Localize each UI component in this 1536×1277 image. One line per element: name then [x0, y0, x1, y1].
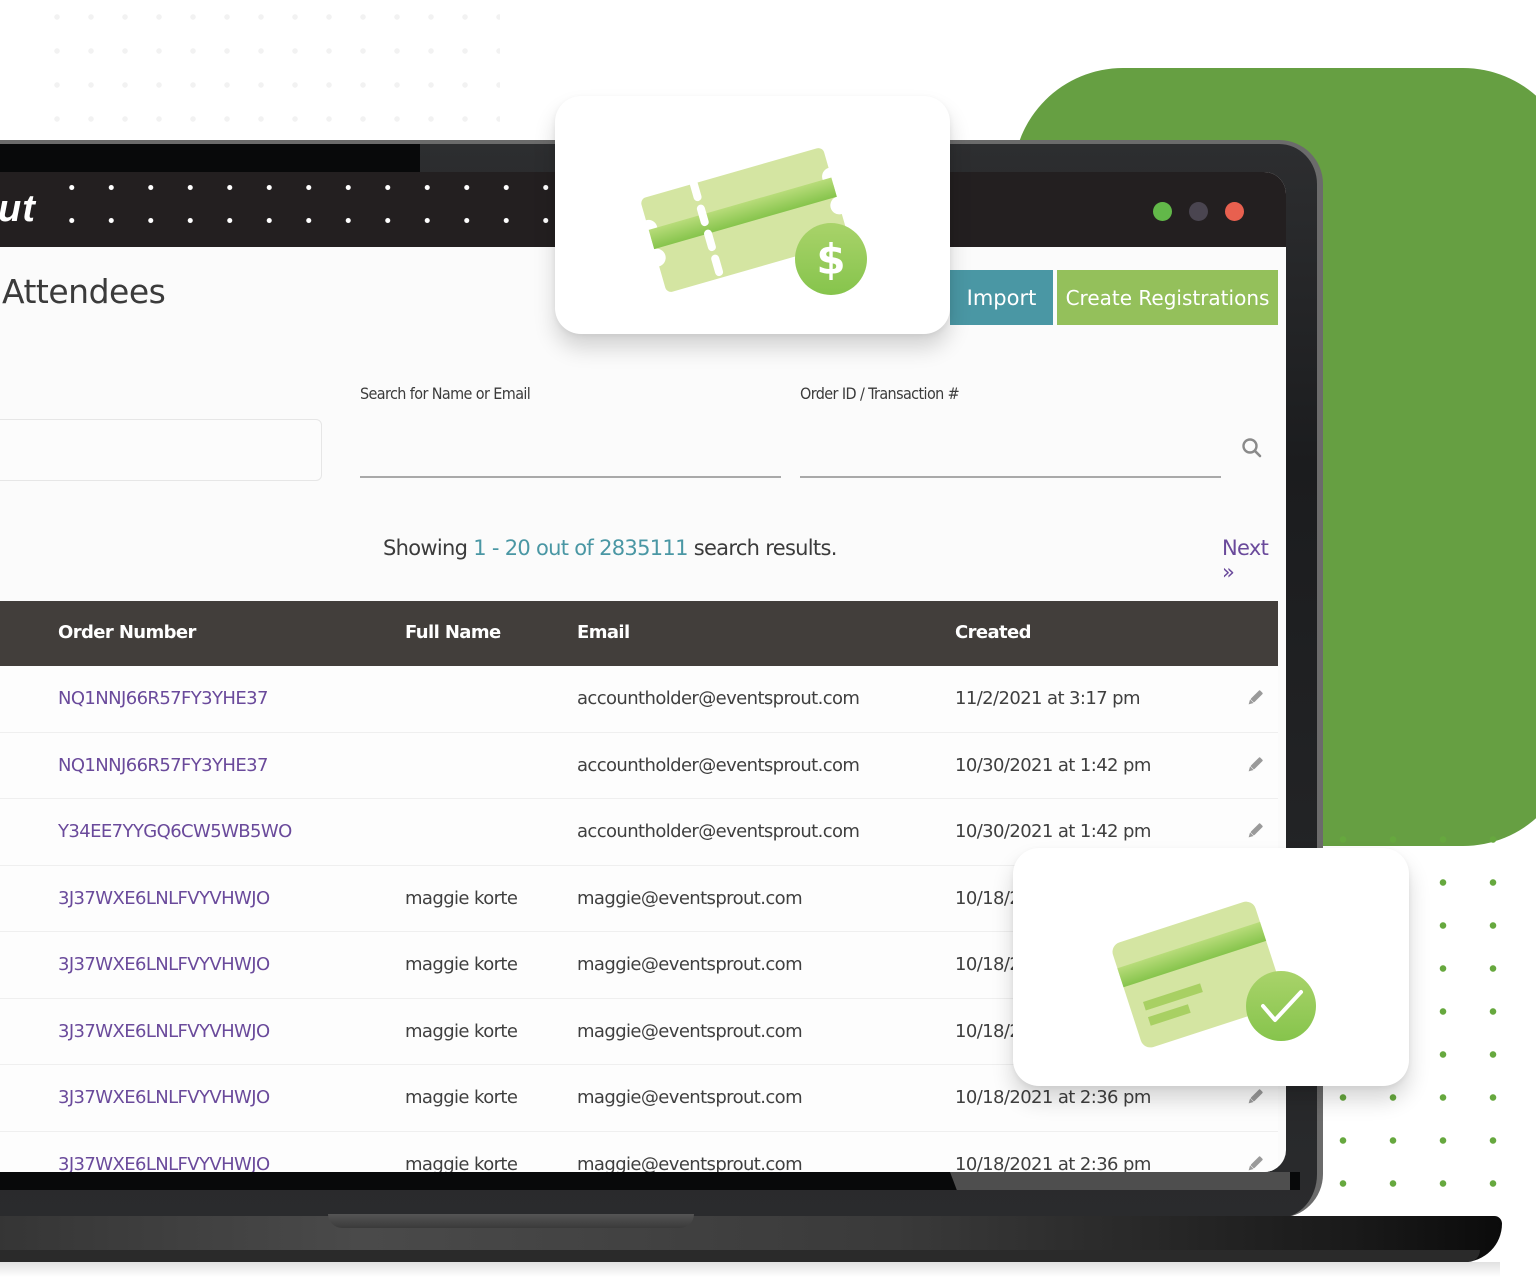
create-registrations-button[interactable]: Create Registrations [1057, 270, 1278, 325]
laptop-hinge-notch [328, 1214, 694, 1228]
search-icon[interactable] [1240, 436, 1264, 460]
table-row[interactable]: 3J37WXE6LNLFVYVHWJO maggie korte maggie@ev… [0, 1131, 1278, 1173]
edit-pencil-icon[interactable] [1245, 755, 1265, 775]
email-cell: maggie@eventsprout.com [577, 1020, 803, 1042]
email-cell: maggie@eventsprout.com [577, 887, 803, 909]
next-page-link[interactable]: Next » [1222, 536, 1286, 584]
name-email-input[interactable] [360, 424, 781, 478]
created-cell: 10/30/2021 at 1:42 pm [955, 754, 1151, 776]
window-dot-green[interactable] [1153, 202, 1172, 221]
edit-pencil-icon[interactable] [1245, 1154, 1265, 1173]
header-dot-pattern [52, 172, 572, 248]
page-title: Attendees [2, 272, 166, 311]
full-name-cell: maggie korte [405, 1153, 518, 1173]
column-header-created[interactable]: Created [955, 622, 1032, 643]
laptop-shadow [0, 1262, 1500, 1277]
laptop-base-edge [0, 1250, 1480, 1262]
ticket-dollar-icon: $ [641, 148, 867, 295]
created-cell: 10/18/2021 at 2:36 pm [955, 1153, 1151, 1173]
full-name-cell: maggie korte [405, 887, 518, 909]
results-prefix: Showing [383, 536, 468, 560]
email-cell: maggie@eventsprout.com [577, 1153, 803, 1173]
background-dot-pattern [40, 0, 500, 140]
order-number-link[interactable]: 3J37WXE6LNLFVYVHWJO [58, 1087, 270, 1108]
edit-pencil-icon[interactable] [1245, 1087, 1265, 1107]
full-name-cell: maggie korte [405, 954, 518, 975]
order-number-link[interactable]: NQ1NNJ66R57FY3YHE37 [58, 755, 268, 776]
payment-feature-card [1013, 848, 1409, 1086]
window-dot-red[interactable] [1225, 202, 1244, 221]
edit-pencil-icon[interactable] [1245, 688, 1265, 708]
filter-select[interactable] [0, 419, 322, 481]
import-button[interactable]: Import [950, 270, 1053, 325]
name-email-label: Search for Name or Email [360, 384, 531, 403]
results-range: 1 - 20 out of 2835111 [473, 536, 688, 560]
created-cell: 11/2/2021 at 3:17 pm [955, 688, 1141, 709]
email-cell: accountholder@eventsprout.com [577, 821, 860, 842]
order-number-link[interactable]: NQ1NNJ66R57FY3YHE37 [58, 688, 268, 709]
email-cell: maggie@eventsprout.com [577, 1087, 803, 1108]
table-row[interactable]: NQ1NNJ66R57FY3YHE37 accountholder@eventsp… [0, 732, 1278, 799]
column-header-order-number[interactable]: Order Number [58, 622, 196, 643]
full-name-cell: maggie korte [405, 1087, 518, 1108]
window-dot-gray[interactable] [1189, 202, 1208, 221]
email-cell: accountholder@eventsprout.com [577, 688, 860, 709]
screen-bezel-reflection [950, 1172, 1290, 1190]
email-cell: maggie@eventsprout.com [577, 954, 803, 975]
order-number-link[interactable]: 3J37WXE6LNLFVYVHWJO [58, 1154, 270, 1173]
results-summary: Showing 1 - 20 out of 2835111 search res… [383, 536, 837, 560]
results-suffix: search results. [693, 536, 838, 560]
created-cell: 10/30/2021 at 1:42 pm [955, 821, 1151, 842]
order-number-link[interactable]: Y34EE7YYGQ6CW5WB5WO [58, 821, 292, 842]
column-header-email[interactable]: Email [577, 622, 630, 643]
laptop-lid-edge [0, 144, 420, 174]
table-header: Order Number Full Name Email Created [0, 601, 1278, 666]
created-cell: 10/18/2021 at 2:36 pm [955, 1087, 1151, 1108]
column-header-full-name[interactable]: Full Name [405, 622, 501, 643]
order-id-input[interactable] [800, 424, 1221, 478]
brand-logo[interactable]: ut [0, 188, 36, 231]
credit-card-check-icon [1112, 901, 1316, 1048]
window-controls [1153, 202, 1244, 221]
order-number-link[interactable]: 3J37WXE6LNLFVYVHWJO [58, 1021, 270, 1042]
svg-text:$: $ [816, 235, 845, 284]
email-cell: accountholder@eventsprout.com [577, 754, 860, 776]
ticket-feature-card: $ [555, 96, 950, 334]
full-name-cell: maggie korte [405, 1020, 518, 1042]
order-id-label: Order ID / Transaction # [800, 384, 960, 403]
order-number-link[interactable]: 3J37WXE6LNLFVYVHWJO [58, 888, 270, 909]
edit-pencil-icon[interactable] [1245, 821, 1265, 841]
table-row[interactable]: NQ1NNJ66R57FY3YHE37 accountholder@eventsp… [0, 666, 1278, 733]
order-number-link[interactable]: 3J37WXE6LNLFVYVHWJO [58, 954, 270, 975]
